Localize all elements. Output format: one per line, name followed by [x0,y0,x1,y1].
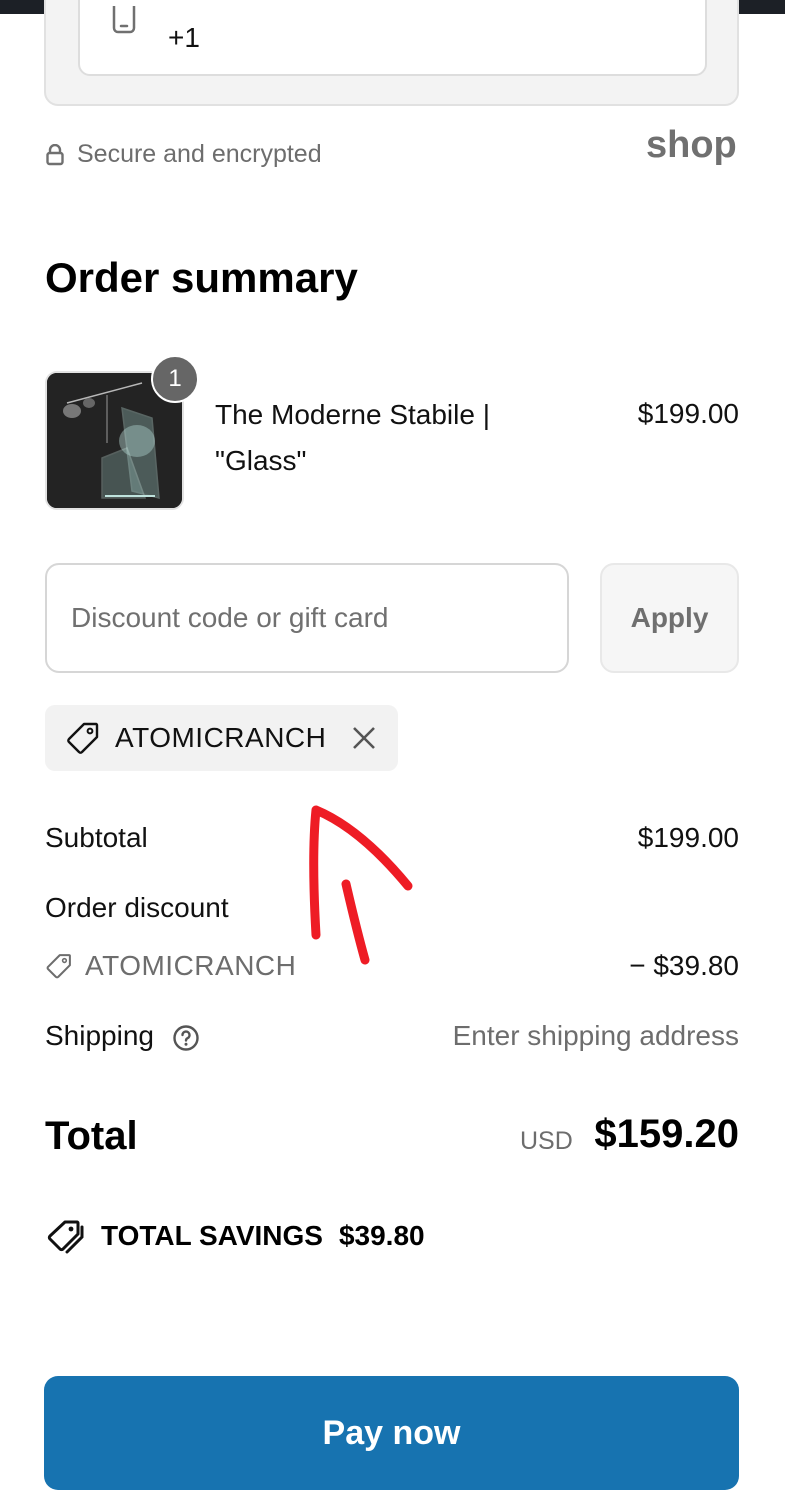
order-discount-label: Order discount [45,892,229,923]
product-name: The Moderne Stabile | "Glass" [215,399,490,476]
tag-icon [46,954,71,979]
pay-now-button[interactable]: Pay now [44,1376,739,1490]
shop-logo: shop [646,124,737,166]
phone-icon [112,6,136,34]
secure-text: Secure and encrypted [77,140,322,168]
total-value: $159.20 [594,1112,739,1156]
phone-field-card: +1 [44,0,739,106]
total-savings-value: $39.80 [338,1220,425,1251]
close-icon[interactable] [350,724,378,752]
total-currency: USD [520,1127,573,1155]
lock-icon [46,143,64,165]
help-circle-icon[interactable] [172,1024,200,1052]
subtotal-label: Subtotal [45,822,148,853]
total-label: Total [45,1114,138,1158]
shipping-label: Shipping [45,1020,154,1051]
double-tag-icon [47,1220,84,1254]
phone-input[interactable]: +1 [78,0,707,76]
total-savings-label: TOTAL SAVINGS [101,1220,323,1251]
product-price: $199.00 [637,398,739,429]
quantity-badge: 1 [151,355,199,403]
order-discount-value: − $39.80 [629,950,739,981]
order-discount-code-line: ATOMICRANCH [45,950,296,982]
subtotal-value: $199.00 [637,822,739,853]
shipping-value: Enter shipping address [452,1020,739,1051]
discount-code-input[interactable] [45,563,569,673]
applied-discount-code: ATOMICRANCH [115,722,327,753]
shipping-row-label: Shipping [45,1020,200,1052]
phone-value: +1 [168,22,200,53]
order-discount-code: ATOMICRANCH [85,950,297,981]
order-summary-title: Order summary [45,254,358,301]
apply-button[interactable]: Apply [600,563,739,673]
annotation-arrow [309,805,413,965]
secure-indicator: Secure and encrypted [45,140,322,169]
tag-icon [67,722,99,754]
total-savings: TOTAL SAVINGS $39.80 [45,1218,425,1254]
applied-discount-chip: ATOMICRANCH [45,705,398,771]
